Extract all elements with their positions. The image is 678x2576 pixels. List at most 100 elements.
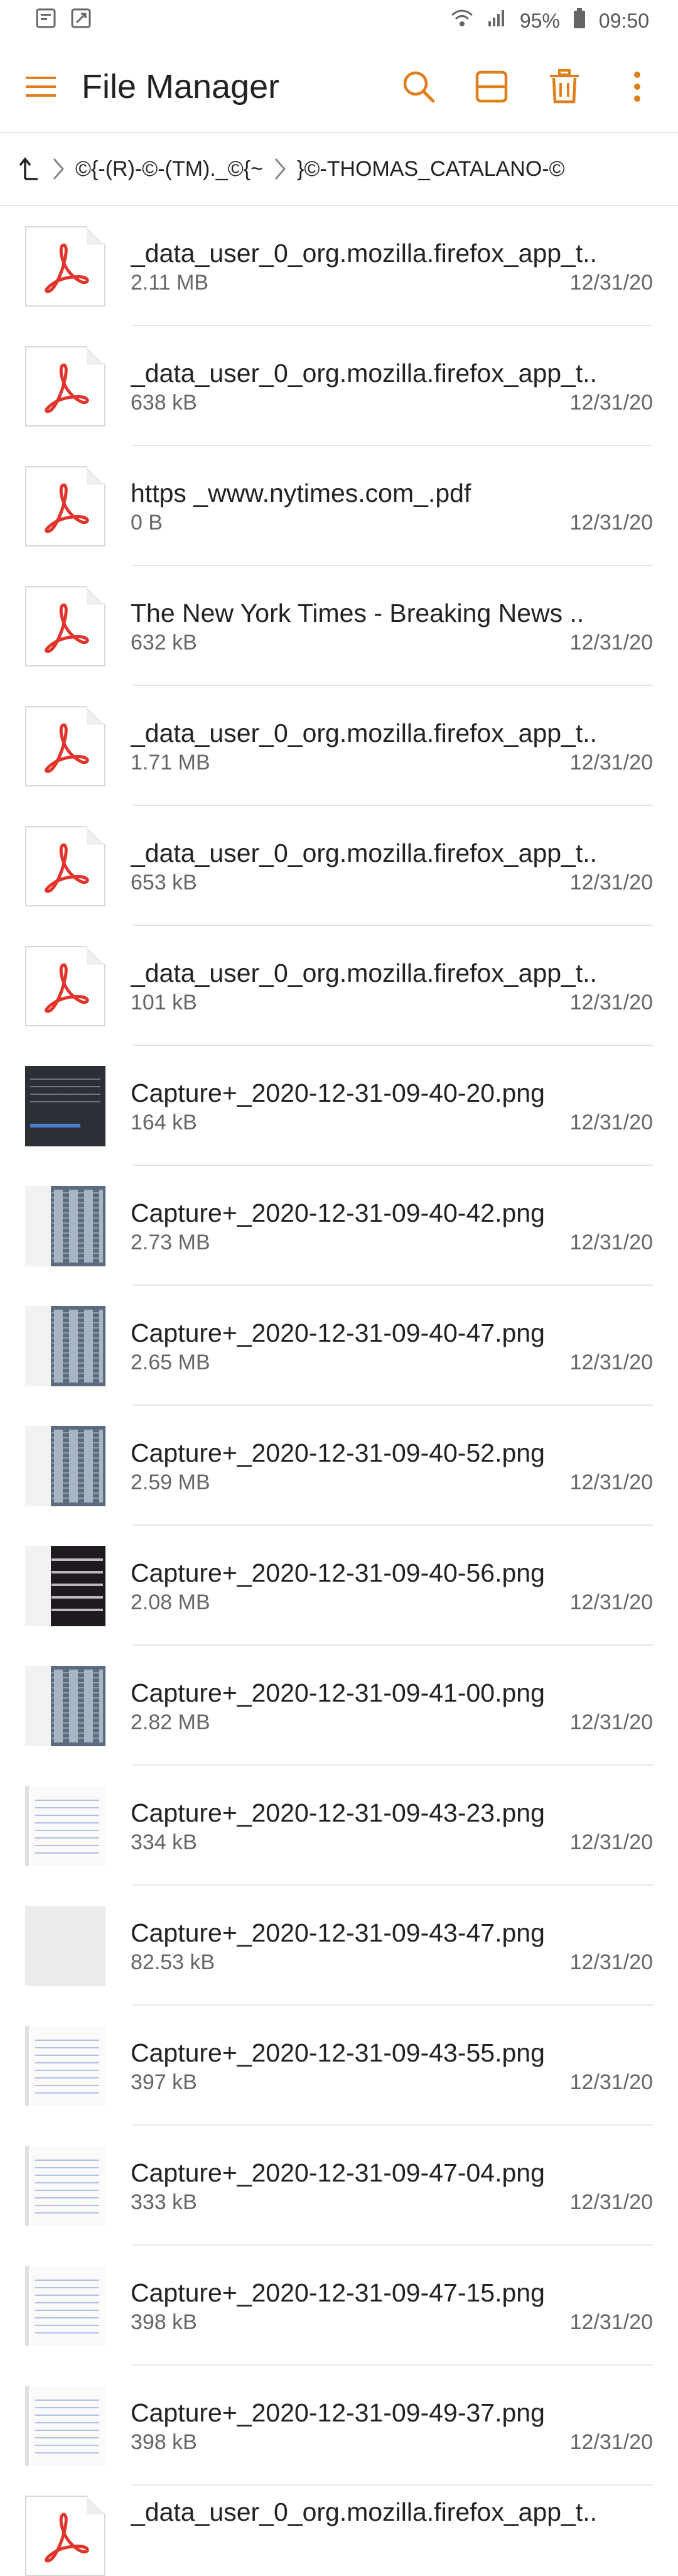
- file-row[interactable]: Capture+_2020-12-31-09-43-23.png 334 kB 12…: [0, 1766, 678, 1886]
- chevron-right-icon: [273, 156, 287, 182]
- menu-icon[interactable]: [19, 65, 63, 109]
- file-info: Capture+_2020-12-31-09-47-04.png 333 kB 12…: [131, 2156, 653, 2215]
- file-info: Capture+_2020-12-31-09-41-00.png 2.82 MB 1…: [131, 1677, 653, 1735]
- file-row[interactable]: _data_user_0_org.mozilla.firefox_app_t..: [0, 2486, 678, 2576]
- wifi-icon: [451, 9, 473, 33]
- file-name: _data_user_0_org.mozilla.firefox_app_t..: [131, 359, 598, 388]
- file-meta: 653 kB 12/31/20: [131, 871, 653, 895]
- file-info: Capture+_2020-12-31-09-43-23.png 334 kB 12…: [131, 1796, 653, 1855]
- file-row[interactable]: Capture+_2020-12-31-09-49-37.png 398 kB 12…: [0, 2366, 678, 2486]
- file-meta: 101 kB 12/31/20: [131, 991, 653, 1015]
- file-row[interactable]: Capture+_2020-12-31-09-40-52.png 2.59 MB 1…: [0, 1406, 678, 1526]
- file-date: 12/31/20: [569, 2070, 653, 2094]
- file-info: Capture+_2020-12-31-09-40-47.png 2.65 MB 1…: [131, 1317, 653, 1375]
- file-row[interactable]: Capture+_2020-12-31-09-40-56.png 2.08 MB 1…: [0, 1526, 678, 1646]
- file-name: Capture+_2020-12-31-09-40-47.png: [131, 1318, 545, 1347]
- file-date: 12/31/20: [569, 271, 653, 295]
- file-date: 12/31/20: [569, 631, 653, 655]
- file-row[interactable]: Capture+_2020-12-31-09-47-15.png 398 kB 12…: [0, 2246, 678, 2366]
- file-name: Capture+_2020-12-31-09-40-42.png: [131, 1198, 545, 1227]
- file-size: 2.65 MB: [131, 1350, 210, 1374]
- file-size: 164 kB: [131, 1111, 197, 1134]
- notification-icon: [35, 8, 56, 34]
- file-date: 12/31/20: [569, 1111, 653, 1134]
- file-info: _data_user_0_org.mozilla.firefox_app_t..: [131, 2496, 653, 2530]
- file-meta: 2.11 MB 12/31/20: [131, 271, 653, 295]
- file-info: _data_user_0_org.mozilla.firefox_app_t..…: [131, 237, 653, 295]
- file-row[interactable]: _data_user_0_org.mozilla.firefox_app_t..…: [0, 326, 678, 446]
- file-info: Capture+_2020-12-31-09-49-37.png 398 kB 12…: [131, 2396, 653, 2455]
- file-name: Capture+_2020-12-31-09-43-55.png: [131, 2038, 545, 2067]
- file-row[interactable]: Capture+_2020-12-31-09-47-04.png 333 kB 12…: [0, 2126, 678, 2246]
- pdf-icon: [25, 585, 105, 666]
- file-info: _data_user_0_org.mozilla.firefox_app_t..…: [131, 957, 653, 1015]
- file-date: 12/31/20: [569, 1350, 653, 1374]
- breadcrumb-item[interactable]: ©{-(R)-©-(TM)._©{~: [75, 157, 263, 182]
- file-size: 397 kB: [131, 2070, 197, 2094]
- file-info: _data_user_0_org.mozilla.firefox_app_t..…: [131, 837, 653, 895]
- file-row[interactable]: https _www.nytimes.com_.pdf 0 B 12/31/20: [0, 446, 678, 566]
- pdf-icon: [25, 226, 105, 307]
- breadcrumb-item-current[interactable]: }©-THOMAS_CATALANO-©: [297, 157, 565, 182]
- file-row[interactable]: _data_user_0_org.mozilla.firefox_app_t..…: [0, 206, 678, 326]
- file-info: Capture+_2020-12-31-09-43-47.png 82.53 kB…: [131, 1916, 653, 1975]
- search-icon[interactable]: [397, 65, 441, 109]
- file-row[interactable]: Capture+_2020-12-31-09-43-55.png 397 kB 12…: [0, 2006, 678, 2126]
- file-row[interactable]: The New York Times - Breaking News .. 632…: [0, 566, 678, 686]
- file-info: Capture+_2020-12-31-09-40-42.png 2.73 MB 1…: [131, 1197, 653, 1255]
- file-name: _data_user_0_org.mozilla.firefox_app_t..: [131, 239, 598, 268]
- pdf-icon: [25, 465, 105, 546]
- file-name: Capture+_2020-12-31-09-43-47.png: [131, 1918, 545, 1947]
- file-name: _data_user_0_org.mozilla.firefox_app_t..: [131, 719, 598, 747]
- file-meta: 2.82 MB 12/31/20: [131, 1710, 653, 1735]
- file-meta: 82.53 kB 12/31/20: [131, 1950, 653, 1975]
- file-size: 2.82 MB: [131, 1710, 210, 1734]
- image-thumbnail: [25, 1665, 105, 1746]
- file-name: _data_user_0_org.mozilla.firefox_app_t..: [131, 839, 598, 867]
- up-arrow-icon[interactable]: [19, 156, 41, 182]
- app-bar: File Manager: [0, 41, 678, 132]
- file-row[interactable]: _data_user_0_org.mozilla.firefox_app_t..…: [0, 686, 678, 806]
- file-row[interactable]: Capture+_2020-12-31-09-40-42.png 2.73 MB 1…: [0, 1166, 678, 1286]
- file-meta: 0 B 12/31/20: [131, 511, 653, 535]
- file-row[interactable]: Capture+_2020-12-31-09-41-00.png 2.82 MB 1…: [0, 1646, 678, 1766]
- file-name: Capture+_2020-12-31-09-43-23.png: [131, 1798, 545, 1827]
- file-info: Capture+_2020-12-31-09-40-52.png 2.59 MB 1…: [131, 1437, 653, 1495]
- file-info: Capture+_2020-12-31-09-40-56.png 2.08 MB 1…: [131, 1557, 653, 1615]
- file-name: Capture+_2020-12-31-09-47-15.png: [131, 2278, 545, 2307]
- file-list: _data_user_0_org.mozilla.firefox_app_t..…: [0, 206, 678, 2576]
- file-size: 398 kB: [131, 2310, 197, 2334]
- file-row[interactable]: _data_user_0_org.mozilla.firefox_app_t..…: [0, 926, 678, 1046]
- file-info: Capture+_2020-12-31-09-47-15.png 398 kB 12…: [131, 2276, 653, 2335]
- file-size: 632 kB: [131, 631, 197, 655]
- file-date: 12/31/20: [569, 751, 653, 774]
- file-meta: 164 kB 12/31/20: [131, 1111, 653, 1135]
- screenshot-icon: [70, 8, 92, 34]
- file-name: Capture+_2020-12-31-09-40-20.png: [131, 1079, 545, 1107]
- breadcrumb: ©{-(R)-©-(TM)._©{~ }©-THOMAS_CATALANO-©: [0, 133, 678, 205]
- file-name: The New York Times - Breaking News ..: [131, 599, 584, 628]
- split-view-icon[interactable]: [470, 65, 514, 109]
- file-row[interactable]: Capture+_2020-12-31-09-40-47.png 2.65 MB 1…: [0, 1286, 678, 1406]
- image-thumbnail: [25, 1785, 105, 1866]
- file-date: 12/31/20: [569, 1830, 653, 1854]
- pdf-icon: [25, 705, 105, 786]
- file-row[interactable]: _data_user_0_org.mozilla.firefox_app_t..…: [0, 806, 678, 926]
- file-meta: 334 kB 12/31/20: [131, 1830, 653, 1855]
- file-meta: 398 kB 12/31/20: [131, 2430, 653, 2455]
- file-name: _data_user_0_org.mozilla.firefox_app_t..: [131, 959, 598, 987]
- file-meta: 2.08 MB 12/31/20: [131, 1590, 653, 1615]
- file-name: Capture+_2020-12-31-09-40-52.png: [131, 1438, 545, 1467]
- file-info: Capture+_2020-12-31-09-40-20.png 164 kB 12…: [131, 1077, 653, 1135]
- battery-percent: 95%: [519, 9, 560, 32]
- file-size: 1.71 MB: [131, 751, 210, 774]
- pdf-icon: [25, 825, 105, 906]
- more-icon[interactable]: [615, 65, 659, 109]
- pdf-icon: [25, 2496, 105, 2576]
- file-row[interactable]: Capture+_2020-12-31-09-40-20.png 164 kB 12…: [0, 1046, 678, 1166]
- file-row[interactable]: Capture+_2020-12-31-09-43-47.png 82.53 kB…: [0, 1886, 678, 2006]
- image-thumbnail: [25, 2025, 105, 2106]
- file-meta: 2.59 MB 12/31/20: [131, 1470, 653, 1495]
- file-name: https _www.nytimes.com_.pdf: [131, 479, 471, 508]
- delete-icon[interactable]: [542, 65, 586, 109]
